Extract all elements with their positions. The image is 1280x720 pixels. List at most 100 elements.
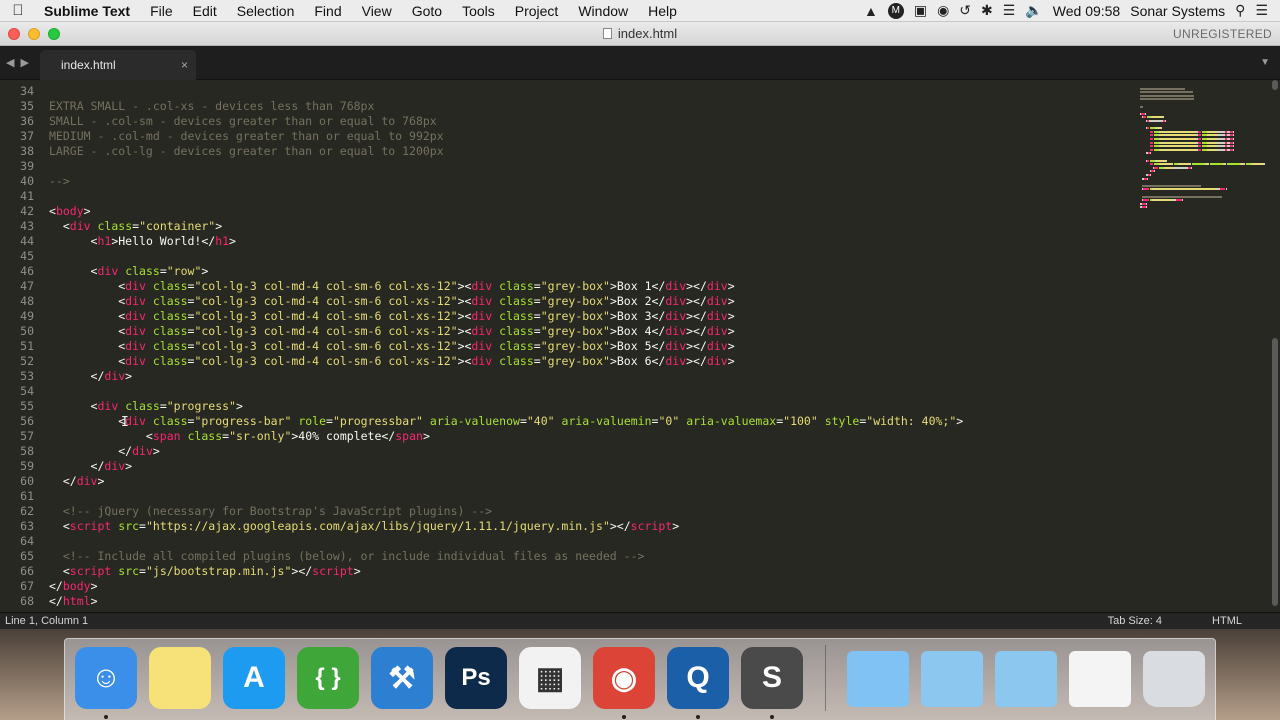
code-line[interactable]: <div class="progress">: [49, 399, 1130, 414]
code-line[interactable]: -->: [49, 174, 1130, 189]
cursor-position[interactable]: Line 1, Column 1: [0, 615, 88, 627]
menu-find[interactable]: Find: [304, 3, 351, 19]
tray-camera-icon[interactable]: ▣: [914, 2, 927, 19]
menu-clock[interactable]: Wed 09:58: [1053, 3, 1120, 19]
minimap-stroke: [1181, 199, 1183, 202]
menu-selection[interactable]: Selection: [227, 3, 305, 19]
syntax-selector[interactable]: HTML: [1212, 615, 1242, 627]
menu-edit[interactable]: Edit: [183, 3, 227, 19]
code-line[interactable]: [49, 84, 1130, 99]
finder-icon[interactable]: ☺: [75, 647, 137, 709]
volume-icon[interactable]: 🔈: [1025, 2, 1042, 19]
code-line[interactable]: </div>: [49, 459, 1130, 474]
minimap-stroke: [1233, 141, 1235, 144]
code-line[interactable]: [49, 534, 1130, 549]
tab-list-chevron-icon[interactable]: ▼: [1260, 57, 1270, 68]
code-line[interactable]: <div class="row">: [49, 264, 1130, 279]
code-line[interactable]: <body>: [49, 204, 1130, 219]
code-line[interactable]: <h1>Hello World!</h1>: [49, 234, 1130, 249]
code-line[interactable]: LARGE - .col-lg - devices greater than o…: [49, 144, 1130, 159]
code-line[interactable]: <div class="col-lg-3 col-md-4 col-sm-6 c…: [49, 294, 1130, 309]
menu-goto[interactable]: Goto: [402, 3, 452, 19]
window-title-text: index.html: [617, 26, 678, 41]
tab-index-html[interactable]: index.html ×: [40, 50, 196, 80]
trash-icon[interactable]: [1143, 651, 1205, 707]
code-line[interactable]: <div class="col-lg-3 col-md-4 col-sm-6 c…: [49, 339, 1130, 354]
code-editor[interactable]: 34 35 36 37 38 39 40 41 42 43 44 45 46 47 48 49 50 51 52 53…: [0, 80, 1280, 612]
code-line[interactable]: <div class="progress-bar" role="progress…: [49, 414, 1130, 429]
sublime-text-icon[interactable]: S: [741, 647, 803, 709]
tray-record-icon[interactable]: ◉: [937, 2, 949, 19]
documents-folder-icon[interactable]: [921, 651, 983, 707]
code-line[interactable]: <script src="js/bootstrap.min.js"></scri…: [49, 564, 1130, 579]
menu-app-name[interactable]: Sublime Text: [36, 3, 140, 19]
menu-window[interactable]: Window: [568, 3, 638, 19]
notification-center-icon[interactable]: ☰: [1255, 2, 1268, 19]
code-token: >: [152, 444, 160, 458]
downloads-folder-icon[interactable]: [995, 651, 1057, 707]
menu-tools[interactable]: Tools: [452, 3, 505, 19]
app-store-icon[interactable]: A: [223, 647, 285, 709]
code-token: =: [139, 564, 146, 578]
code-line[interactable]: SMALL - .col-sm - devices greater than o…: [49, 114, 1130, 129]
code-line[interactable]: MEDIUM - .col-md - devices greater than …: [49, 129, 1130, 144]
tab-close-icon[interactable]: ×: [181, 58, 188, 72]
code-line[interactable]: <div class="col-lg-3 col-md-4 col-sm-6 c…: [49, 324, 1130, 339]
tab-nav-arrows[interactable]: ◀▶: [6, 56, 35, 69]
code-token: <: [49, 219, 70, 233]
quicktime-icon[interactable]: Q: [667, 647, 729, 709]
code-line[interactable]: <div class="col-lg-3 col-md-4 col-sm-6 c…: [49, 354, 1130, 369]
brackets-icon[interactable]: { }: [297, 647, 359, 709]
tab-size-selector[interactable]: Tab Size: 4: [1108, 615, 1162, 627]
code-line[interactable]: <div class="container">: [49, 219, 1130, 234]
menu-file[interactable]: File: [140, 3, 183, 19]
code-line[interactable]: <div class="col-lg-3 col-md-4 col-sm-6 c…: [49, 309, 1130, 324]
menu-user[interactable]: Sonar Systems: [1130, 3, 1225, 19]
code-line[interactable]: [49, 384, 1130, 399]
code-line[interactable]: </div>: [49, 369, 1130, 384]
code-line[interactable]: </div>: [49, 444, 1130, 459]
chrome-window-thumbnail-icon[interactable]: [1069, 651, 1131, 707]
scrollbar-top[interactable]: [1272, 80, 1278, 90]
minimap[interactable]: [1140, 80, 1268, 220]
code-line[interactable]: <script src="https://ajax.googleapis.com…: [49, 519, 1130, 534]
tray-m-icon[interactable]: M: [887, 2, 904, 19]
code-line[interactable]: <div class="col-lg-3 col-md-4 col-sm-6 c…: [49, 279, 1130, 294]
code-line[interactable]: EXTRA SMALL - .col-xs - devices less tha…: [49, 99, 1130, 114]
code-line[interactable]: [49, 189, 1130, 204]
vertical-scrollbar[interactable]: [1272, 338, 1278, 606]
tray-app-icon[interactable]: ▲: [864, 3, 878, 19]
code-line[interactable]: </html>: [49, 594, 1130, 609]
menu-view[interactable]: View: [352, 3, 402, 19]
apple-menu-icon[interactable]: : [0, 2, 36, 19]
code-line[interactable]: <span class="sr-only">40% complete</span…: [49, 429, 1130, 444]
code-token: "col-lg-3 col-md-4 col-sm-6 col-xs-12": [194, 324, 458, 338]
code-line[interactable]: <!-- jQuery (necessary for Bootstrap's J…: [49, 504, 1130, 519]
code-line[interactable]: [49, 159, 1130, 174]
code-line[interactable]: <!-- Include all compiled plugins (below…: [49, 549, 1130, 564]
minimap-stroke: [1150, 134, 1154, 137]
code-line[interactable]: </div>: [49, 474, 1130, 489]
minimap-stroke: [1153, 199, 1174, 202]
spotlight-search-icon[interactable]: ⚲: [1235, 2, 1245, 19]
minimap-stroke: [1140, 91, 1194, 94]
menu-project[interactable]: Project: [505, 3, 569, 19]
line-number: 52: [20, 354, 34, 368]
code-line[interactable]: </body>: [49, 579, 1130, 594]
notes-icon[interactable]: [149, 647, 211, 709]
code-line[interactable]: [49, 249, 1130, 264]
xcode-icon[interactable]: ⚒: [371, 647, 433, 709]
bluetooth-icon[interactable]: ✱: [981, 2, 993, 19]
applications-folder-icon[interactable]: [847, 651, 909, 707]
code-line[interactable]: [49, 489, 1130, 504]
code-token: SMALL - .col-sm - devices greater than o…: [49, 114, 437, 128]
line-number: 53: [20, 369, 34, 383]
launchpad-icon[interactable]: ▦: [519, 647, 581, 709]
chrome-icon[interactable]: ◉: [593, 647, 655, 709]
code-area[interactable]: EXTRA SMALL - .col-xs - devices less tha…: [49, 84, 1130, 609]
wifi-icon[interactable]: ☰: [1003, 2, 1016, 19]
code-token: >: [956, 414, 964, 428]
time-machine-icon[interactable]: ↺: [959, 2, 971, 19]
photoshop-icon[interactable]: Ps: [445, 647, 507, 709]
menu-help[interactable]: Help: [638, 3, 687, 19]
